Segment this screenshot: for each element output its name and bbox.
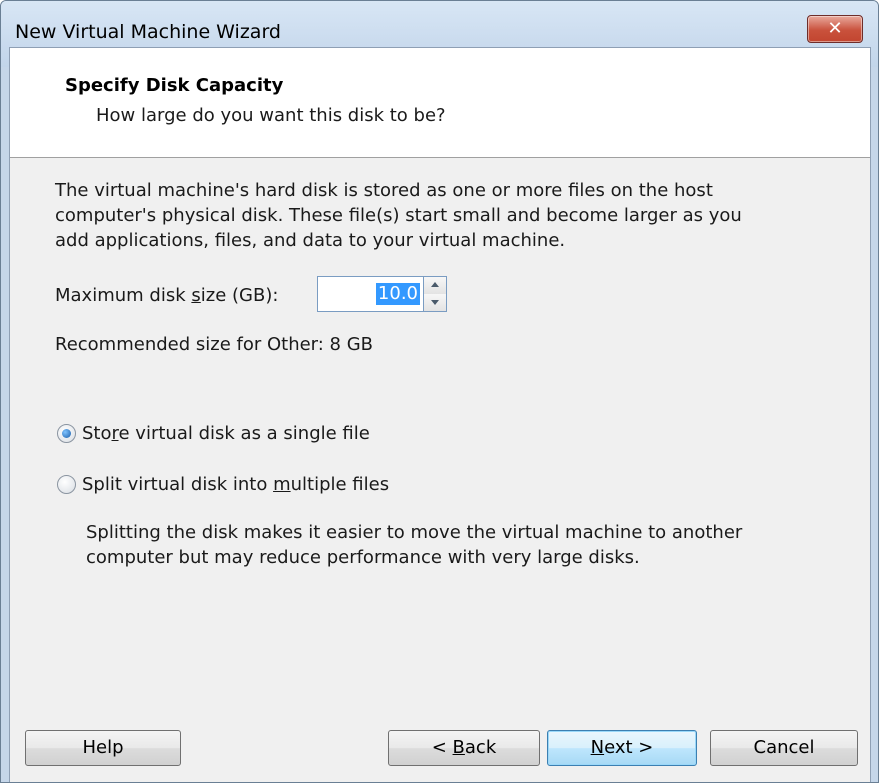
radio-label-post: ultiple files [290,474,390,495]
close-icon: ✕ [827,18,843,39]
recommended-size: Recommended size for Other: 8 GB [55,334,374,355]
radio-button-selected[interactable] [57,424,76,443]
spin-down-icon [431,300,439,305]
page-subtitle: How large do you want this disk to be? [96,105,446,126]
radio-multiple-files-label[interactable]: Split virtual disk into multiple files [82,472,389,497]
radio-label-mnemonic: m [273,474,291,495]
spin-up-button[interactable] [424,277,446,295]
note-line: Splitting the disk makes it easier to mo… [86,522,743,543]
back-label-mnemonic: B [452,737,465,758]
radio-label-mnemonic: r [111,423,119,444]
note-line: computer but may reduce performance with… [86,547,640,568]
radio-label-pre: Split virtual disk into [82,474,274,495]
disk-size-label-post: ize (GB): [200,285,279,306]
description-line: The virtual machine's hard disk is store… [55,180,713,201]
page-title: Specify Disk Capacity [65,75,284,96]
spin-down-button[interactable] [424,294,446,311]
wizard-header: Specify Disk Capacity How large do you w… [10,48,870,158]
close-button[interactable]: ✕ [807,15,863,43]
disk-size-label: Maximum disk size (GB): [55,283,278,308]
disk-size-label-pre: Maximum disk [55,285,192,306]
disk-description: The virtual machine's hard disk is store… [55,178,835,253]
next-button[interactable]: Next > [547,730,697,766]
radio-dot [62,429,71,438]
radio-label-pre: Sto [82,423,112,444]
description-line: computer's physical disk. These file(s) … [55,205,742,226]
back-label-pre: < [431,737,453,758]
next-label-mnemonic: N [590,737,605,758]
wizard-window: New Virtual Machine Wizard ✕ Specify Dis… [0,0,879,783]
back-label-post: ack [464,737,497,758]
window-title: New Virtual Machine Wizard [15,21,281,43]
radio-button[interactable] [57,475,76,494]
description-line: add applications, files, and data to you… [55,230,566,251]
cancel-button[interactable]: Cancel [710,730,858,766]
back-button[interactable]: < Back [388,730,540,766]
disk-size-value: 10.0 [375,283,420,305]
wizard-client-area: Specify Disk Capacity How large do you w… [9,47,871,782]
disk-size-spinner: 10.0 [317,276,449,312]
disk-size-input[interactable]: 10.0 [317,276,424,312]
spin-up-icon [431,282,439,287]
radio-single-file-label[interactable]: Store virtual disk as a single file [82,421,370,446]
disk-size-label-mnemonic: s [191,285,201,306]
help-button[interactable]: Help [25,730,181,766]
spinner-buttons [423,276,447,312]
split-note: Splitting the disk makes it easier to mo… [86,520,742,570]
next-label-post: ext > [604,737,654,758]
radio-label-post: e virtual disk as a single file [118,423,370,444]
